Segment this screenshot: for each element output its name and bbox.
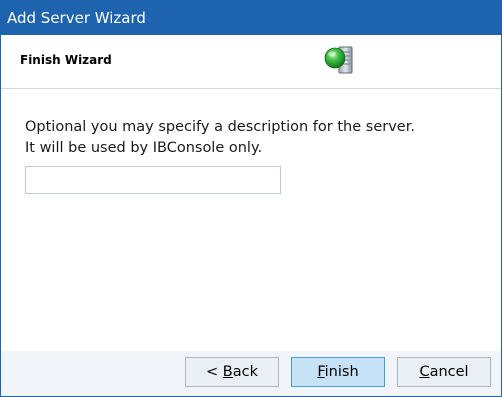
back-button[interactable]: < Back [185,357,279,387]
cancel-button-label: ancel [429,364,469,380]
title-bar[interactable]: Add Server Wizard [1,1,501,35]
back-button-mnemonic: B [222,364,233,380]
finish-button[interactable]: Finish [291,357,385,387]
back-button-prefix: < [206,364,223,380]
description-instruction: Optional you may specify a description f… [25,119,415,135]
wizard-window: Add Server Wizard Finish Wizard Optional… [0,0,502,397]
window-title: Add Server Wizard [7,9,146,27]
finish-button-label: inish [324,364,359,380]
description-note: It will be used by IBConsole only. [25,140,263,156]
server-globe-icon [324,46,353,74]
wizard-content: Optional you may specify a description f… [1,89,501,351]
cancel-button-mnemonic: C [419,364,430,380]
page-heading: Finish Wizard [20,53,112,67]
back-button-label: ack [232,364,258,380]
finish-button-mnemonic: F [317,364,325,380]
wizard-footer: < Back Finish Cancel [1,351,501,396]
wizard-header: Finish Wizard [1,35,501,89]
cancel-button[interactable]: Cancel [397,357,491,387]
description-input[interactable] [25,166,281,194]
